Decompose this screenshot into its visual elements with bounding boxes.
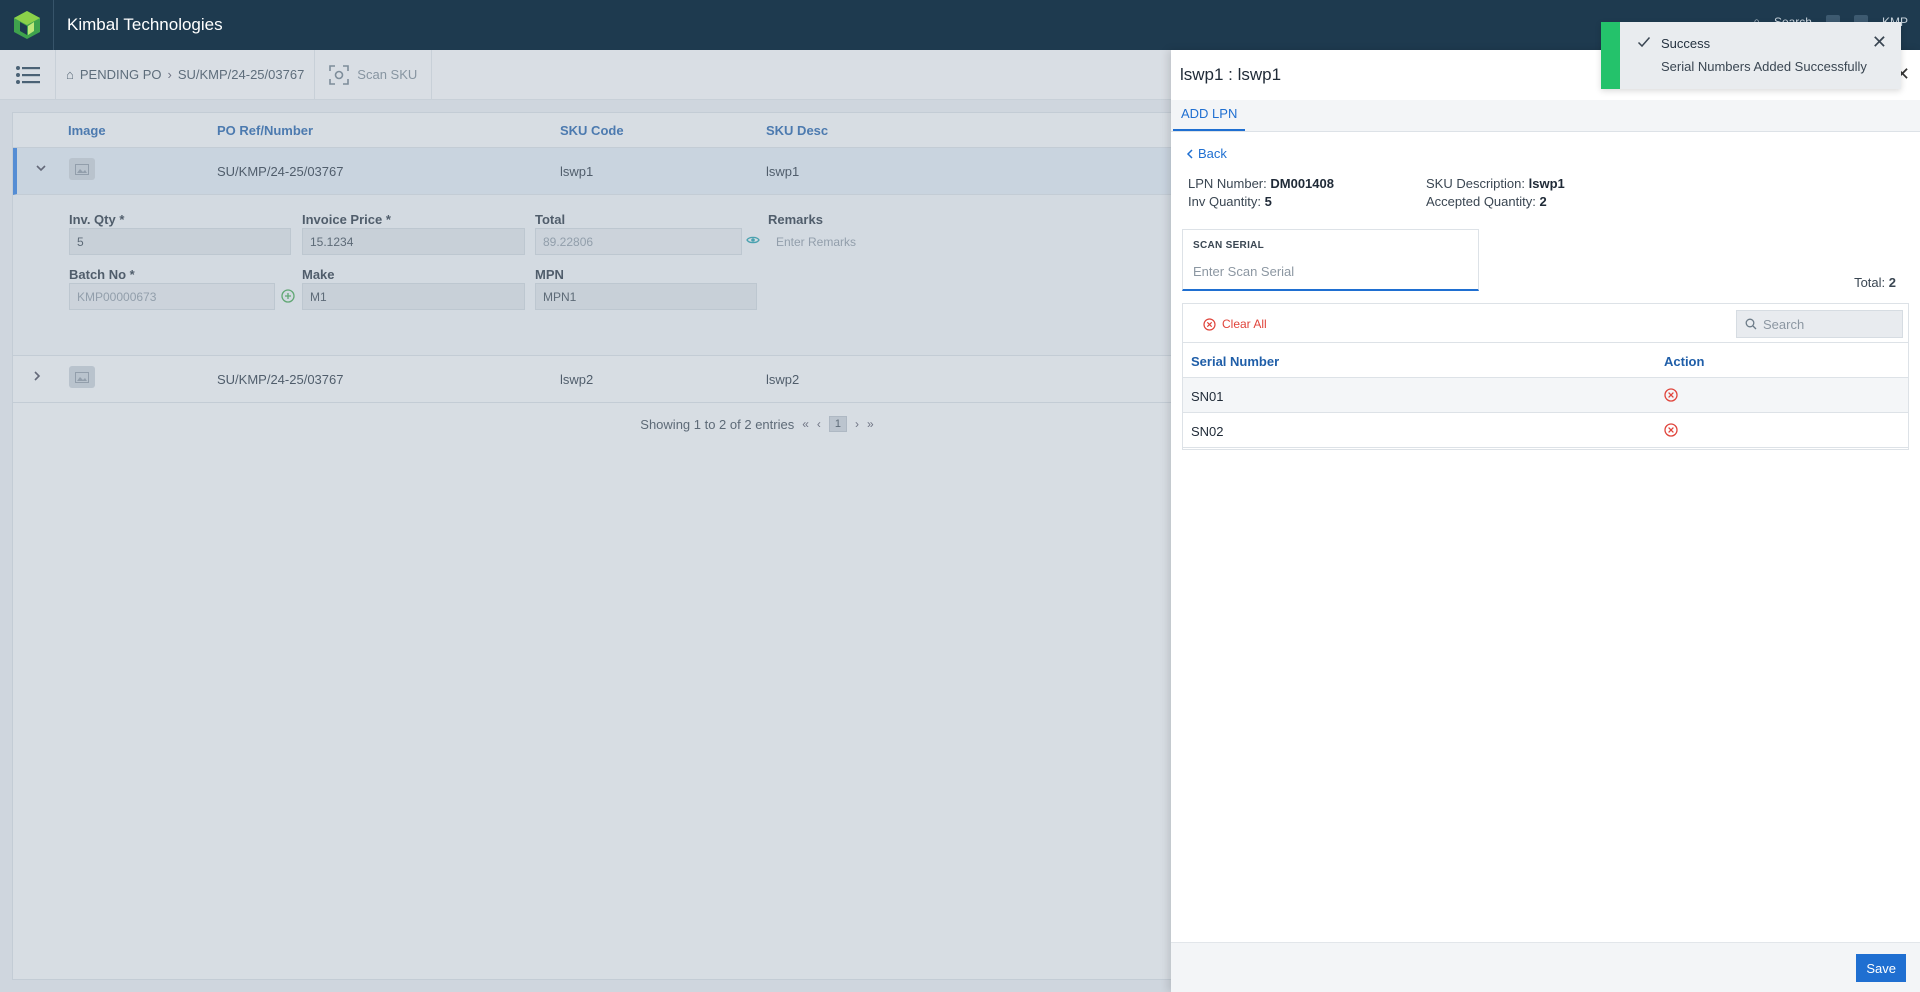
app-title: Kimbal Technologies (67, 15, 223, 34)
back-label: Back (1198, 146, 1227, 161)
serial-table-header: Serial Number Action (1183, 343, 1908, 378)
close-icon[interactable]: ✕ (1872, 32, 1887, 53)
inv-qty-value: 5 (1264, 194, 1272, 209)
accepted-label: Accepted Quantity: (1426, 194, 1536, 209)
remove-serial-icon[interactable] (1664, 423, 1678, 440)
column-header-action: Action (1664, 354, 1705, 369)
success-toast: Success Serial Numbers Added Successfull… (1601, 22, 1901, 89)
clear-all-label: Clear All (1222, 317, 1267, 331)
scan-serial-input[interactable]: Enter Scan Serial (1193, 264, 1294, 279)
search-placeholder: Search (1763, 316, 1805, 332)
total-label: Total: (1854, 275, 1886, 290)
accepted-value: 2 (1539, 194, 1547, 209)
table-row: SN01 (1183, 378, 1908, 413)
serial-number-cell: SN02 (1191, 424, 1224, 439)
lpn-value: DM001408 (1270, 176, 1334, 191)
table-row: SN02 (1183, 413, 1908, 448)
accepted-quantity: Accepted Quantity: 2 (1426, 194, 1547, 209)
search-icon (1745, 318, 1757, 330)
column-header-serial[interactable]: Serial Number (1191, 354, 1279, 369)
sku-description: SKU Description: lswp1 (1426, 176, 1565, 191)
clear-all-button[interactable]: Clear All (1203, 317, 1267, 331)
app-logo-icon[interactable] (0, 0, 54, 50)
chevron-left-icon (1186, 148, 1193, 159)
inv-qty-label: Inv Quantity: (1188, 194, 1261, 209)
serial-number-cell: SN01 (1191, 389, 1224, 404)
serial-table: Clear All Search Serial Number Action SN… (1182, 303, 1909, 450)
lpn-number: LPN Number: DM001408 (1188, 176, 1334, 191)
sku-desc-value: lswp1 (1528, 176, 1565, 191)
total-value: 2 (1888, 275, 1896, 290)
clear-icon (1203, 317, 1216, 331)
serial-toolbar: Clear All Search (1183, 304, 1908, 343)
serial-rows: SN01 SN02 (1183, 378, 1908, 448)
inv-quantity: Inv Quantity: 5 (1188, 194, 1272, 209)
save-button[interactable]: Save (1856, 954, 1906, 982)
tab-add-lpn[interactable]: ADD LPN (1173, 106, 1246, 131)
toast-status-bar (1601, 22, 1620, 89)
modal-overlay[interactable] (0, 50, 1171, 992)
scan-serial-label: SCAN SERIAL (1193, 240, 1265, 251)
scan-serial-field[interactable]: SCAN SERIAL Enter Scan Serial (1182, 229, 1479, 291)
panel-tabs: ADD LPN (1171, 100, 1920, 132)
serial-total: Total: 2 (1854, 275, 1896, 290)
panel-footer: Save (1171, 942, 1920, 992)
back-link[interactable]: Back (1186, 146, 1227, 161)
serial-search-input[interactable]: Search (1736, 310, 1903, 338)
remove-serial-icon[interactable] (1664, 388, 1678, 405)
toast-title: Success (1661, 36, 1711, 51)
toast-message: Serial Numbers Added Successfully (1661, 59, 1867, 74)
check-icon (1637, 36, 1651, 51)
add-lpn-panel: lswp1 : lswp1 ✕ ADD LPN Back LPN Number:… (1171, 50, 1920, 992)
lpn-label: LPN Number: (1188, 176, 1267, 191)
sku-desc-label: SKU Description: (1426, 176, 1525, 191)
